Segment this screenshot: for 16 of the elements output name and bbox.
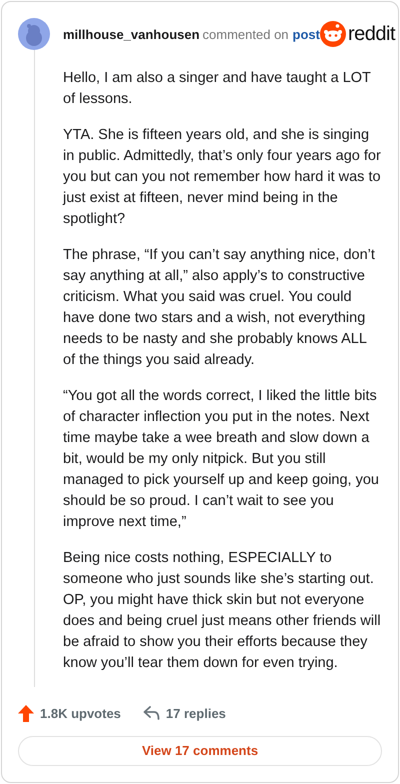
reply-arrow-icon	[142, 706, 160, 720]
post-link[interactable]: post	[292, 26, 320, 42]
upvote-arrow-icon	[18, 704, 34, 722]
comment-paragraph: The phrase, “If you can’t say anything nice, don’t say anything at all,” also apply’s to constructive criticism. What you said was cruel. You could have done two stars and a wish, not everything needs to be nasty and she probably knows ALL of the things you said already.	[63, 246, 376, 370]
username[interactable]: millhouse_vanhousen	[63, 26, 200, 42]
upvote-count[interactable]: 1.8K upvotes	[18, 704, 121, 722]
comment-paragraph: “You got all the words correct, I liked the little bits of character inflection you put in the notes. Next time maybe take a wee breath and slow down a bit, would be my only nitpick. But you still managed to pick yourself up and keep going, you should be so proud. I can’t wait to see you improve next time,”	[63, 387, 380, 532]
brand-name: reddit	[348, 22, 396, 46]
avatar-icon[interactable]	[18, 18, 50, 50]
comment-paragraph: Hello, I am also a singer and have taught a LOT of lessons.	[63, 69, 372, 109]
view-comments-button[interactable]: View 17 comments	[18, 736, 382, 766]
comment-paragraph: YTA. She is fifteen years old, and she is singing in public. Admittedly, that’s only four years ago for you but can you not remember how hard it was to just exist at fifteen, never mind being in the spotlight?	[63, 126, 382, 229]
reddit-logo-icon	[320, 21, 346, 47]
reply-count[interactable]: 17 replies	[142, 706, 226, 721]
comment-paragraph: Being nice costs nothing, ESPECIALLY to someone who just sounds like she’s starting out. OP, you might have thick skin but not everyone does and being cruel just means other friends will be afraid to show you their efforts because they know you’ll tear them down for even trying.	[63, 549, 382, 673]
action-text: commented on	[202, 26, 289, 42]
